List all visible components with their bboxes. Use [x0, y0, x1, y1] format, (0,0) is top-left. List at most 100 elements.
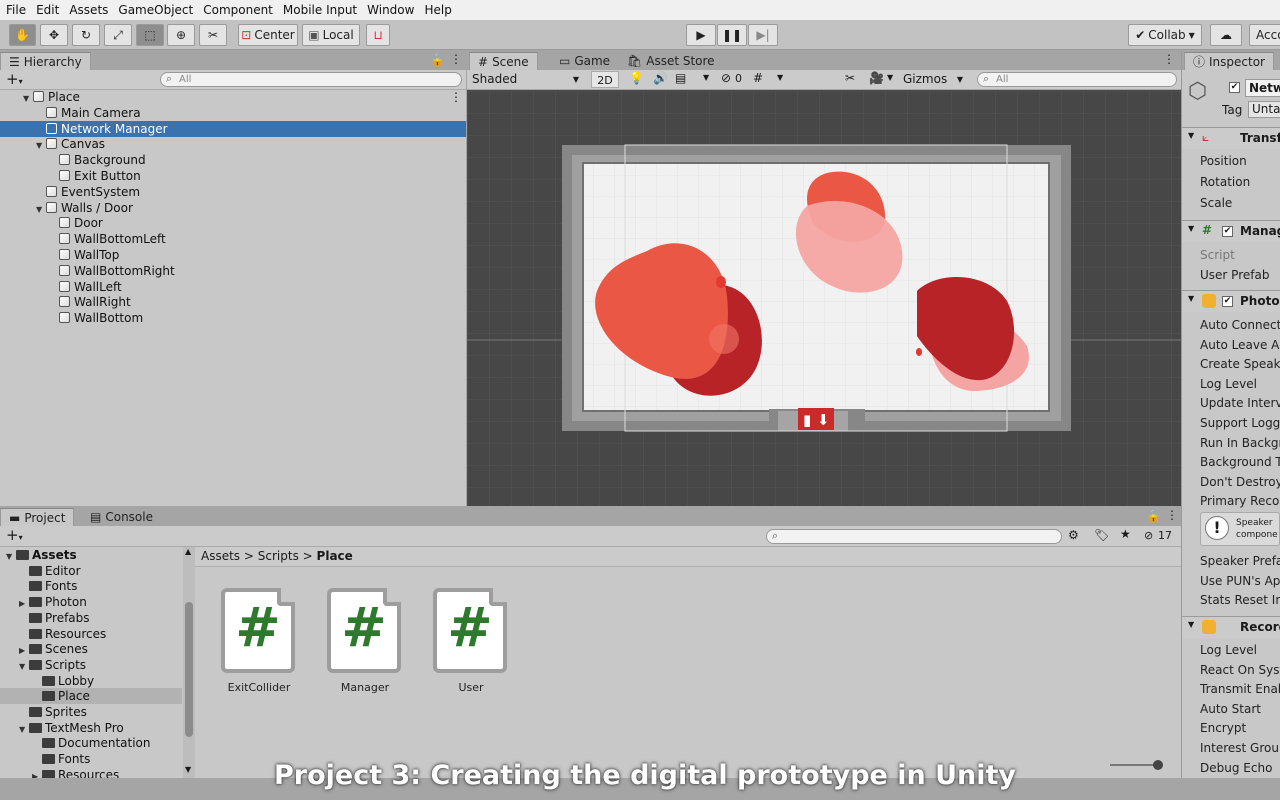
menu-assets[interactable]: Assets [63, 3, 112, 17]
more-icon[interactable]: ⋮ [1163, 52, 1175, 66]
asset-item[interactable]: # ExitCollider [216, 585, 302, 694]
project-search-input[interactable] [766, 529, 1062, 544]
component-enabled-checkbox[interactable]: ✔ [1222, 226, 1233, 237]
lock-icon[interactable]: 🔒 [1146, 509, 1161, 523]
collab-button[interactable]: ✔ Collab ▼ [1128, 24, 1202, 46]
menu-edit[interactable]: Edit [30, 3, 63, 17]
rect-tool-button[interactable]: ⬚ [136, 24, 164, 46]
scene-search-input[interactable]: All [977, 72, 1177, 87]
rotate-tool-button[interactable]: ↻ [72, 24, 100, 46]
breadcrumb-item[interactable]: Place [317, 549, 353, 563]
add-button[interactable]: +▾ [6, 70, 23, 88]
transform-tool-button[interactable]: ⊕ [167, 24, 195, 46]
scrollbar-thumb[interactable] [185, 602, 193, 737]
hidden-objects-icon[interactable]: ⊘ [721, 71, 731, 85]
folder-item[interactable]: Resources [0, 626, 182, 642]
hierarchy-item[interactable]: WallBottom [0, 310, 466, 326]
more-icon[interactable]: ⋮ [1166, 508, 1178, 522]
snap-button[interactable]: ⊔ [366, 24, 390, 46]
hierarchy-item[interactable]: ▼ Canvas [0, 136, 466, 152]
hierarchy-item[interactable]: Main Camera [0, 105, 466, 121]
tools-icon[interactable]: ✂ [845, 71, 855, 85]
pivot-center-toggle[interactable]: ⊡ Center [238, 24, 298, 46]
hierarchy-item[interactable]: Network Manager [0, 120, 466, 137]
folder-item[interactable]: ▶ Scenes [0, 641, 182, 657]
chevron-up-icon[interactable]: ▲ [185, 547, 191, 556]
cloud-button[interactable]: ☁ [1210, 24, 1242, 46]
create-button[interactable]: +▾ [6, 526, 23, 544]
tab-inspector[interactable]: ⓘ Inspector [1184, 52, 1274, 70]
grid-snap-icon[interactable]: # [753, 71, 763, 85]
hierarchy-item[interactable]: Exit Button [0, 168, 466, 184]
tab-project[interactable]: ▬ Project [0, 508, 75, 526]
tree-scrollbar[interactable]: ▲ ▼ [183, 547, 195, 778]
folder-item[interactable]: Documentation [0, 735, 182, 751]
more-icon[interactable]: ⋮ [450, 52, 462, 66]
object-name-field[interactable]: Netw [1245, 79, 1280, 97]
chevron-down-icon[interactable]: ▼ [887, 73, 893, 82]
asset-item[interactable]: # User [428, 585, 514, 694]
shading-mode-dropdown[interactable]: Shaded ▼ [469, 71, 583, 88]
folder-item[interactable]: ▼ Scripts [0, 657, 182, 673]
play-button[interactable]: ▶ [686, 24, 716, 46]
label-icon[interactable]: 🏷 [1094, 528, 1109, 542]
hierarchy-item[interactable]: Door [0, 215, 466, 231]
menu-mobile-input[interactable]: Mobile Input [277, 3, 361, 17]
recorder-component-header[interactable]: ▼ Record [1182, 616, 1280, 638]
folder-item[interactable]: ▼ Assets [0, 547, 182, 563]
photon-component-header[interactable]: ▼ ✔ Photon [1182, 290, 1280, 312]
transform-component-header[interactable]: ▼ ⟀ Transf [1182, 127, 1280, 149]
active-checkbox[interactable]: ✔ [1229, 82, 1240, 93]
tab-game[interactable]: ▭ Game [551, 52, 618, 70]
menu-file[interactable]: File [0, 3, 30, 17]
account-button[interactable]: Acco [1249, 24, 1280, 46]
breadcrumb-item[interactable]: Scripts [258, 549, 299, 563]
hierarchy-item[interactable]: WallBottomRight [0, 263, 466, 279]
manager-component-header[interactable]: ▼ # ✔ Manag [1182, 220, 1280, 242]
tab-console[interactable]: ▤ Console [82, 508, 161, 526]
pause-button[interactable]: ❚❚ [717, 24, 747, 46]
hierarchy-item[interactable]: WallLeft [0, 279, 466, 295]
hierarchy-item[interactable]: WallBottomLeft [0, 231, 466, 247]
hidden-packages-icon[interactable]: ⊘ [1144, 529, 1153, 542]
folder-item[interactable]: Fonts [0, 578, 182, 594]
asset-item[interactable]: # Manager [322, 585, 408, 694]
custom-tool-button[interactable]: ✂ [199, 24, 227, 46]
lock-icon[interactable]: 🔒 [430, 53, 445, 67]
audio-icon[interactable]: 🔊 [653, 71, 668, 85]
lighting-icon[interactable]: 💡 [629, 71, 644, 85]
favorite-icon[interactable]: ★ [1120, 527, 1131, 541]
pivot-space-toggle[interactable]: ▣ Local [302, 24, 360, 46]
2d-toggle[interactable]: 2D [591, 71, 619, 88]
folder-item[interactable]: Place [0, 688, 182, 705]
tag-dropdown[interactable]: Unta [1248, 101, 1280, 118]
folder-item[interactable]: ▼ TextMesh Pro [0, 720, 182, 736]
step-button[interactable]: ▶| [748, 24, 778, 46]
move-tool-button[interactable]: ✥ [40, 24, 68, 46]
chevron-down-icon[interactable]: ▼ [703, 73, 709, 82]
hierarchy-item[interactable]: WallTop [0, 247, 466, 263]
hierarchy-item[interactable]: Background [0, 152, 466, 168]
more-icon[interactable]: ⋮ [450, 89, 462, 105]
filter-type-icon[interactable]: ⚙ [1068, 528, 1079, 542]
hand-tool-button[interactable]: ✋ [9, 24, 36, 46]
gizmos-dropdown[interactable]: Gizmos ▼ [901, 71, 967, 88]
menu-help[interactable]: Help [418, 3, 455, 17]
camera-icon[interactable]: 🎥 [869, 71, 884, 85]
chevron-down-icon[interactable]: ▼ [777, 73, 783, 82]
hierarchy-item[interactable]: WallRight [0, 294, 466, 310]
folder-item[interactable]: Editor [0, 563, 182, 579]
menu-gameobject[interactable]: GameObject [112, 3, 197, 17]
tab-hierarchy[interactable]: ☰ Hierarchy [0, 52, 91, 70]
hierarchy-search-input[interactable]: All [160, 72, 462, 87]
tab-scene[interactable]: # Scene [469, 52, 538, 70]
hierarchy-item[interactable]: EventSystem [0, 184, 466, 200]
scale-tool-button[interactable]: ⤢ [104, 24, 132, 46]
folder-item[interactable]: ▶ Photon [0, 594, 182, 610]
hierarchy-item[interactable]: ▼ Walls / Door [0, 200, 466, 216]
folder-item[interactable]: Prefabs [0, 610, 182, 626]
folder-item[interactable]: Sprites [0, 704, 182, 720]
effects-icon[interactable]: ▤ [675, 71, 686, 85]
breadcrumb-item[interactable]: Assets [201, 549, 240, 563]
folder-item[interactable]: Lobby [0, 673, 182, 689]
